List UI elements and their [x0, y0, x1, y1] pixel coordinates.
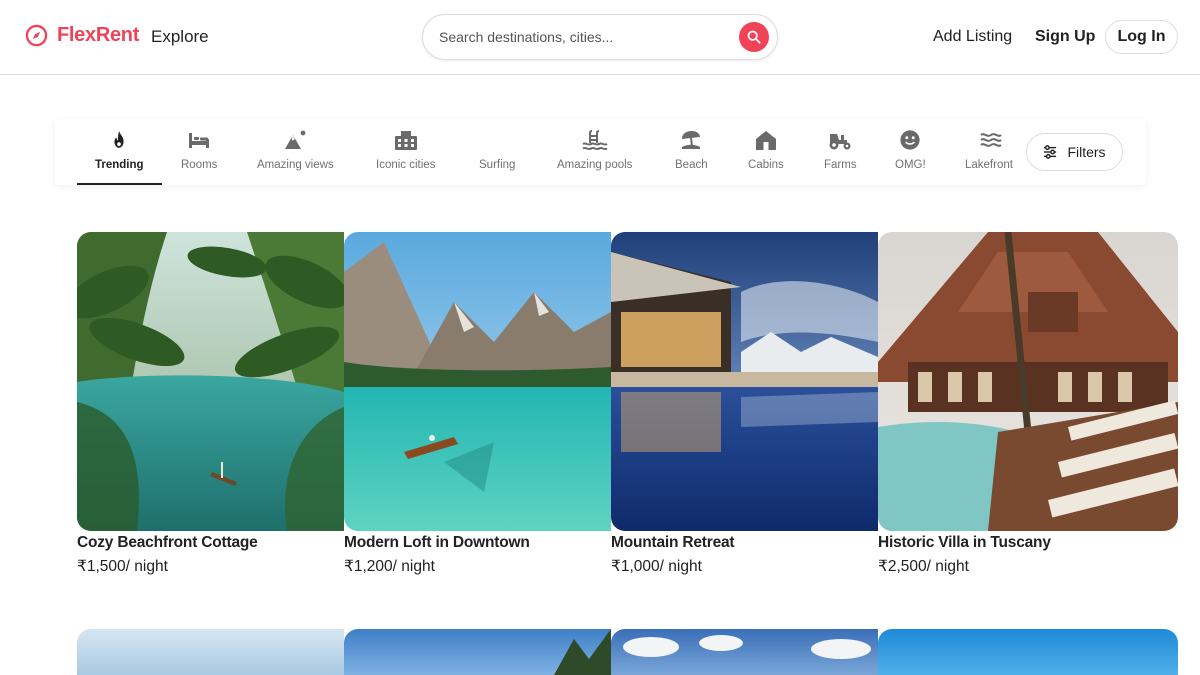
add-listing-link[interactable]: Add Listing: [933, 28, 1012, 46]
category-trending[interactable]: Trending: [95, 127, 144, 185]
listing-photo[interactable]: [344, 232, 611, 531]
category-surfing[interactable]: Surfing: [479, 127, 515, 185]
pool-icon: [582, 127, 608, 153]
category-iconic-cities[interactable]: Iconic cities: [376, 127, 435, 185]
category-omg[interactable]: OMG!: [895, 127, 926, 185]
listing-card[interactable]: Mountain Retreat ₹1,000/ night: [611, 232, 878, 576]
listing-photo[interactable]: [344, 629, 611, 675]
listing-title: Mountain Retreat: [611, 534, 735, 551]
umbrella-icon: [678, 127, 704, 153]
compass-icon: [25, 24, 48, 47]
listing-card[interactable]: Historic Villa in Tuscany ₹2,500/ night: [878, 232, 1178, 576]
listing-card[interactable]: Cozy Beachfront Cottage ₹1,500/ night: [77, 232, 344, 576]
listing-photo[interactable]: [878, 232, 1178, 531]
price-unit: / night: [659, 558, 702, 575]
category-label: Trending: [95, 159, 144, 171]
category-label: Farms: [824, 159, 857, 171]
listing-title: Cozy Beachfront Cottage: [77, 534, 258, 551]
category-cabins[interactable]: Cabins: [748, 127, 784, 185]
waves-icon: [978, 127, 1004, 153]
price-amount: ₹2,500: [878, 558, 927, 575]
price-unit: / night: [125, 558, 168, 575]
listing-photo[interactable]: [611, 629, 878, 675]
category-beach[interactable]: Beach: [675, 127, 708, 185]
brand-logo-link[interactable]: FlexRent: [25, 24, 139, 47]
category-amazing-pools[interactable]: Amazing pools: [557, 127, 632, 185]
active-category-underline: [77, 183, 162, 185]
cabin-icon: [753, 127, 779, 153]
price-amount: ₹1,200: [344, 558, 393, 575]
tractor-icon: [827, 127, 853, 153]
listing-photo[interactable]: [611, 232, 878, 531]
category-label: Rooms: [181, 159, 218, 171]
mountain-icon: [282, 127, 308, 153]
category-label: OMG!: [895, 159, 926, 171]
listing-price: ₹2,500/ night: [878, 557, 1178, 576]
listing-photo[interactable]: [77, 232, 344, 531]
surfing-icon: [484, 127, 510, 153]
price-amount: ₹1,500: [77, 558, 126, 575]
category-label: Surfing: [479, 159, 516, 171]
listing-title: Modern Loft in Downtown: [344, 534, 530, 551]
listing-title: Historic Villa in Tuscany: [878, 534, 1051, 551]
smiley-icon: [897, 127, 923, 153]
category-farms[interactable]: Farms: [824, 127, 857, 185]
listing-price: ₹1,000/ night: [611, 557, 878, 576]
category-label: Iconic cities: [376, 159, 436, 171]
bed-icon: [186, 127, 212, 153]
category-label: Lakefront: [965, 159, 1013, 171]
category-amazing-views[interactable]: Amazing views: [257, 127, 334, 185]
listing-photo[interactable]: [878, 629, 1178, 675]
explore-link[interactable]: Explore: [151, 27, 209, 47]
category-label: Amazing views: [257, 159, 334, 171]
sliders-icon: [1044, 145, 1057, 159]
category-label: Beach: [675, 159, 708, 171]
filters-button[interactable]: Filters: [1026, 133, 1123, 171]
category-bar: Trending Rooms Amazing views Iconic citi…: [55, 119, 1146, 185]
price-amount: ₹1,000: [611, 558, 660, 575]
category-label: Cabins: [748, 159, 784, 171]
category-rooms[interactable]: Rooms: [181, 127, 217, 185]
listing-price: ₹1,200/ night: [344, 557, 611, 576]
search-icon: [747, 30, 761, 44]
search-button[interactable]: [739, 22, 769, 52]
filters-label: Filters: [1067, 144, 1106, 160]
category-lakefront[interactable]: Lakefront: [965, 127, 1015, 185]
sign-up-link[interactable]: Sign Up: [1035, 28, 1095, 46]
city-icon: [393, 127, 419, 153]
top-header: FlexRent Explore Add Listing Sign Up Log…: [0, 0, 1200, 75]
price-unit: / night: [926, 558, 969, 575]
price-unit: / night: [392, 558, 435, 575]
listing-card[interactable]: Modern Loft in Downtown ₹1,200/ night: [344, 232, 611, 576]
search-bar: [422, 14, 778, 60]
search-input[interactable]: [439, 26, 729, 48]
listing-price: ₹1,500/ night: [77, 557, 344, 576]
category-label: Amazing pools: [557, 159, 633, 171]
log-in-button[interactable]: Log In: [1105, 20, 1178, 54]
flame-icon: [106, 127, 132, 153]
listing-photo[interactable]: [77, 629, 344, 675]
brand-name: FlexRent: [57, 24, 140, 46]
